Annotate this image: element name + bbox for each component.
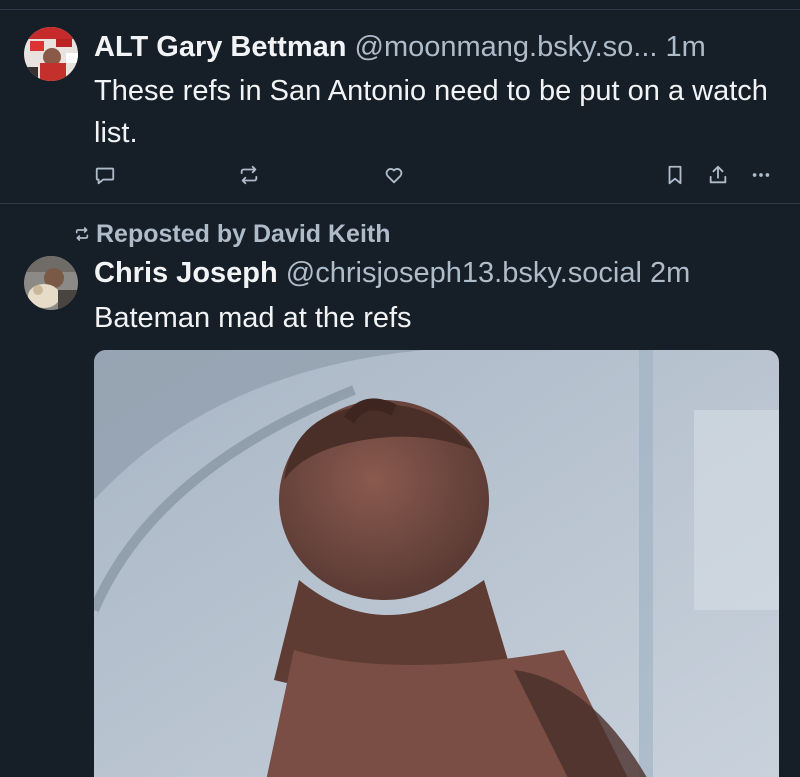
post-text: Bateman mad at the refs bbox=[94, 302, 412, 334]
avatar-image bbox=[24, 256, 78, 310]
avatar-image bbox=[24, 27, 78, 81]
reply-icon bbox=[95, 167, 115, 185]
divider bbox=[0, 203, 800, 204]
handle[interactable]: @moonmang.bsky.so... bbox=[355, 31, 658, 63]
author-line: Chris Joseph @chrisjoseph13.bsky.social … bbox=[94, 256, 690, 290]
feed: ALT Gary Bettman @moonmang.bsky.so... 1m… bbox=[0, 0, 800, 777]
reply-button[interactable] bbox=[88, 158, 122, 192]
author-line: ALT Gary Bettman @moonmang.bsky.so... 1m bbox=[94, 30, 706, 64]
share-button[interactable] bbox=[701, 158, 735, 192]
reposted-by-label: Reposted by David Keith bbox=[96, 219, 391, 248]
divider bbox=[0, 9, 800, 10]
avatar[interactable] bbox=[24, 27, 78, 81]
heart-icon bbox=[385, 168, 403, 184]
like-button[interactable] bbox=[377, 158, 411, 192]
repost-indicator[interactable]: Reposted by David Keith bbox=[74, 219, 391, 249]
display-name[interactable]: Chris Joseph bbox=[94, 257, 278, 289]
bookmark-button[interactable] bbox=[658, 158, 692, 192]
bookmark-icon bbox=[668, 165, 682, 185]
repost-icon bbox=[240, 165, 258, 185]
post-time[interactable]: 1m bbox=[666, 31, 706, 63]
share-icon bbox=[709, 165, 727, 184]
gif-image bbox=[94, 350, 779, 777]
embedded-gif[interactable] bbox=[94, 350, 779, 777]
more-options-button[interactable] bbox=[744, 158, 778, 192]
handle[interactable]: @chrisjoseph13.bsky.social bbox=[286, 257, 642, 289]
repost-button[interactable] bbox=[232, 158, 266, 192]
post-time[interactable]: 2m bbox=[650, 257, 690, 289]
post-text: These refs in San Antonio need to be put… bbox=[94, 75, 768, 149]
repost-icon bbox=[75, 227, 89, 241]
more-icon bbox=[752, 173, 770, 177]
avatar[interactable] bbox=[24, 256, 78, 310]
display-name[interactable]: ALT Gary Bettman bbox=[94, 31, 346, 63]
